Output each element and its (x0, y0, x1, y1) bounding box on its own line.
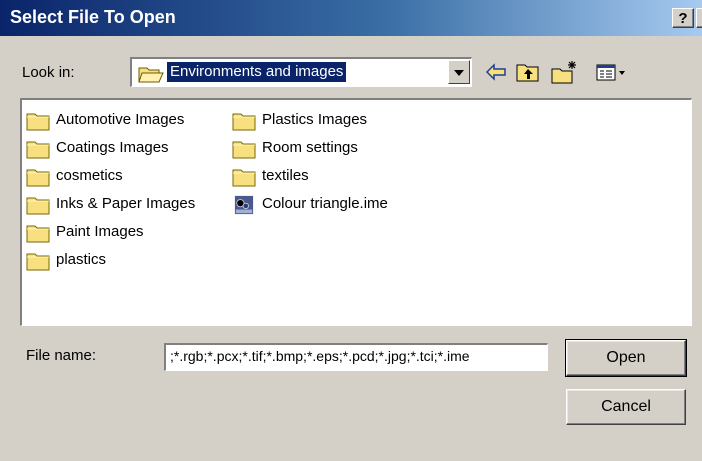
file-name: Coatings Images (56, 139, 169, 156)
chevron-down-icon (454, 70, 464, 76)
folder-icon (232, 113, 256, 131)
up-one-level-button[interactable] (514, 58, 542, 86)
open-button[interactable]: Open (565, 339, 687, 377)
new-folder-button[interactable] (550, 58, 578, 86)
file-name: cosmetics (56, 167, 123, 184)
file-name: Inks & Paper Images (56, 195, 196, 212)
folder-icon (26, 141, 50, 159)
folder-icon (232, 169, 256, 187)
folder-icon (26, 197, 50, 215)
folder-icon (26, 169, 50, 187)
lookin-label: Look in: (22, 64, 75, 81)
file-name: Automotive Images (56, 111, 185, 128)
title-bar[interactable]: Select File To Open ? X (0, 0, 702, 36)
open-folder-icon (138, 67, 164, 83)
file-name: Colour triangle.ime (262, 195, 388, 212)
window-title: Select File To Open (10, 7, 176, 27)
back-arrow-icon (485, 63, 506, 81)
file-list[interactable]: Automotive Images Coatings Images cosmet… (20, 98, 692, 326)
view-menu-icon (596, 64, 625, 81)
filename-label: File name: (26, 347, 97, 364)
lookin-value: Environments and images (167, 62, 347, 82)
filename-input[interactable]: ;*.rgb;*.pcx;*.tif;*.bmp;*.eps;*.pcd;*.j… (164, 343, 548, 371)
back-button[interactable] (482, 58, 510, 86)
up-folder-icon (516, 64, 539, 82)
help-button[interactable]: ? (672, 8, 694, 28)
file-name: Plastics Images (262, 111, 368, 128)
ime-file-icon (234, 195, 254, 215)
dropdown-arrow-button[interactable] (448, 60, 470, 84)
new-folder-icon (551, 61, 576, 84)
folder-icon (26, 253, 50, 271)
close-button[interactable]: X (696, 8, 702, 28)
cancel-button[interactable]: Cancel (566, 389, 686, 425)
folder-icon (232, 141, 256, 159)
folder-icon (26, 225, 50, 243)
view-menu-button[interactable] (594, 58, 638, 86)
file-open-dialog: Select File To Open ? X Look in: Environ… (0, 0, 702, 461)
file-name: Room settings (262, 139, 358, 156)
file-name: textiles (262, 167, 309, 184)
file-name: Paint Images (56, 223, 144, 240)
folder-icon (26, 113, 50, 131)
file-name: plastics (56, 251, 107, 268)
lookin-dropdown[interactable]: Environments and images (130, 57, 472, 87)
